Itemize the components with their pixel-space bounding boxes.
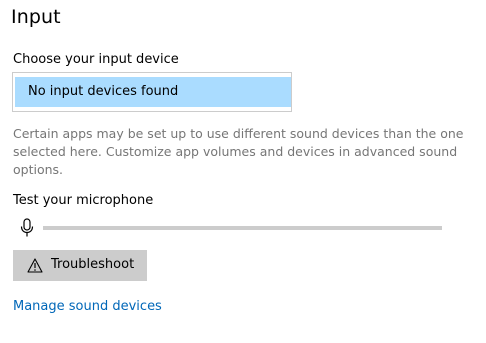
troubleshoot-label: Troubleshoot (51, 257, 135, 272)
microphone-icon (19, 218, 35, 238)
input-device-selected-item[interactable]: No input devices found (15, 77, 291, 107)
microphone-level-track (43, 226, 442, 230)
input-device-value: No input devices found (28, 84, 179, 99)
manage-sound-devices-link[interactable]: Manage sound devices (13, 299, 162, 314)
input-device-dropdown[interactable]: No input devices found (12, 72, 292, 112)
troubleshoot-button[interactable]: Troubleshoot (13, 250, 147, 281)
device-description-text: Certain apps may be set up to use differ… (13, 126, 464, 177)
warning-icon (27, 258, 43, 273)
sound-input-settings: Input Choose your input device No input … (0, 0, 486, 343)
microphone-level-meter (13, 216, 453, 240)
input-device-label: Choose your input device (13, 52, 179, 67)
section-title: Input (11, 6, 61, 28)
test-microphone-label: Test your microphone (13, 193, 154, 208)
